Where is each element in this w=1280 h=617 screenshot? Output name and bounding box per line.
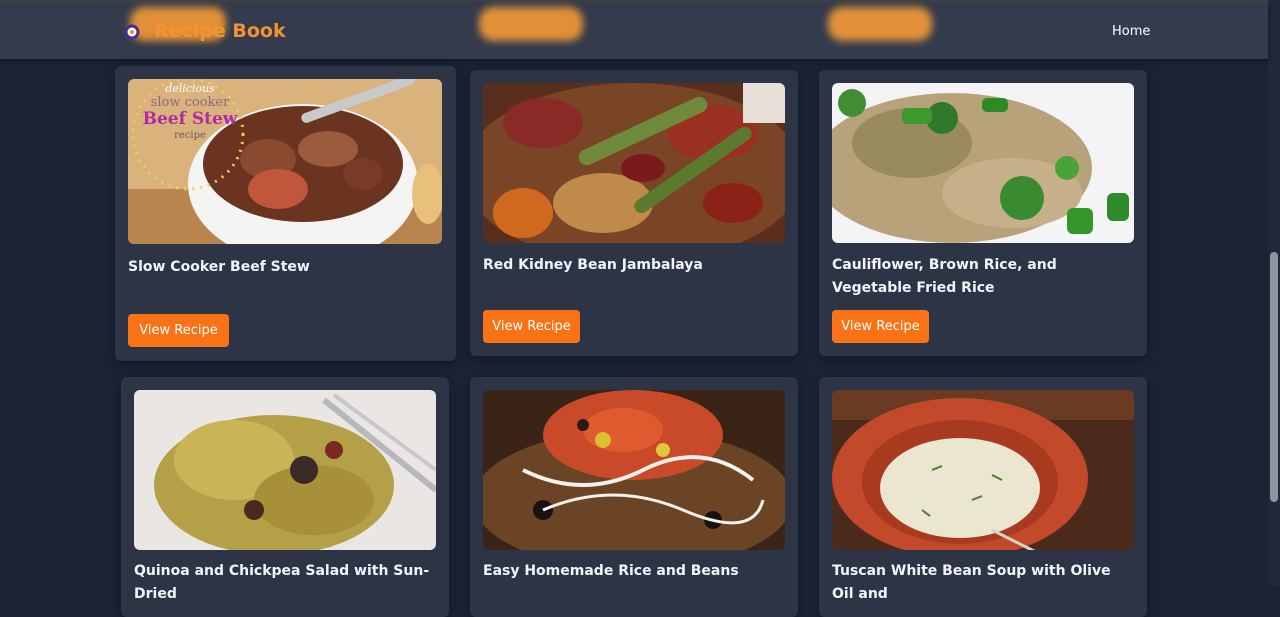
recipe-card: delicious slow cooker Beef Stew recipe S… bbox=[115, 66, 456, 361]
recipe-card: Easy Homemade Rice and Beans bbox=[470, 377, 798, 617]
brand-title[interactable]: Recipe Book bbox=[154, 20, 286, 42]
recipe-title: Quinoa and Chickpea Salad with Sun-Dried bbox=[134, 563, 430, 602]
scrollbar-thumb[interactable] bbox=[1270, 252, 1278, 502]
recipe-image-caption: delicious slow cooker Beef Stew recipe bbox=[142, 82, 238, 141]
recipe-card: Quinoa and Chickpea Salad with Sun-Dried bbox=[121, 377, 449, 617]
navbar: Recipe Book Home bbox=[0, 5, 1268, 59]
view-recipe-button[interactable]: View Recipe bbox=[128, 314, 229, 347]
recipe-title: Slow Cooker Beef Stew bbox=[128, 259, 310, 275]
recipe-image bbox=[483, 390, 785, 550]
view-recipe-button[interactable]: View Recipe bbox=[483, 310, 580, 343]
recipe-image bbox=[483, 83, 785, 243]
glow-decoration bbox=[479, 7, 583, 41]
recipe-title: Cauliflower, Brown Rice, and Vegetable F… bbox=[832, 257, 1057, 296]
recipe-card: Tuscan White Bean Soup with Olive Oil an… bbox=[819, 377, 1147, 617]
view-recipe-button[interactable]: View Recipe bbox=[832, 310, 929, 343]
recipe-image bbox=[832, 83, 1134, 243]
glow-decoration bbox=[828, 7, 932, 41]
recipe-title: Easy Homemade Rice and Beans bbox=[483, 563, 739, 579]
recipe-image bbox=[832, 390, 1134, 550]
scrollbar[interactable] bbox=[1268, 0, 1280, 586]
nav-home-link[interactable]: Home bbox=[1112, 24, 1150, 39]
recipe-card: Cauliflower, Brown Rice, and Vegetable F… bbox=[819, 70, 1147, 356]
chef-hat-icon bbox=[124, 24, 140, 40]
recipe-image bbox=[134, 390, 436, 550]
recipe-title: Red Kidney Bean Jambalaya bbox=[483, 257, 703, 273]
recipe-card: Red Kidney Bean Jambalaya View Recipe bbox=[470, 70, 798, 356]
recipe-title: Tuscan White Bean Soup with Olive Oil an… bbox=[832, 563, 1111, 602]
